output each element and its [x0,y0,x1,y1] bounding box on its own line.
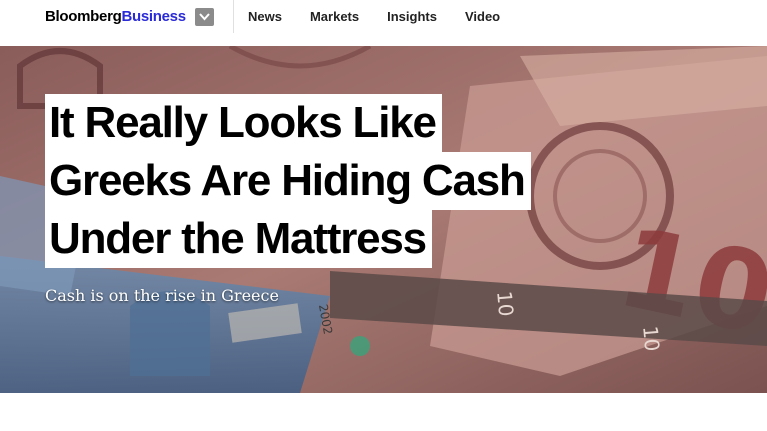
main-nav: News Markets Insights Video [248,9,528,24]
chevron-down-icon [199,13,210,21]
top-navigation-bar: BloombergBusiness News Markets Insights … [0,0,767,47]
banknote-small-numeral-2: 10 [638,325,664,352]
bloomberg-business-logo[interactable]: BloombergBusiness [45,8,186,25]
logo-bloomberg: Bloomberg [45,8,122,25]
logo-business: Business [121,8,186,25]
nav-markets[interactable]: Markets [310,9,359,24]
nav-news[interactable]: News [248,9,282,24]
hero-image-banner: 10 10 10 2002 It Really Looks Like Greek… [0,46,767,393]
nav-divider [233,0,234,33]
headline-line-2: Greeks Are Hiding Cash [45,152,531,210]
page-body-blank [0,393,767,431]
menu-dropdown-button[interactable] [195,8,214,26]
nav-insights[interactable]: Insights [387,9,437,24]
banknote-small-numeral-1: 10 [492,290,518,317]
article-headline: It Really Looks Like Greeks Are Hiding C… [45,94,531,268]
article-dek: Cash is on the rise in Greece [45,286,279,305]
headline-line-3: Under the Mattress [45,210,432,268]
headline-line-1: It Really Looks Like [45,94,442,152]
nav-video[interactable]: Video [465,9,500,24]
